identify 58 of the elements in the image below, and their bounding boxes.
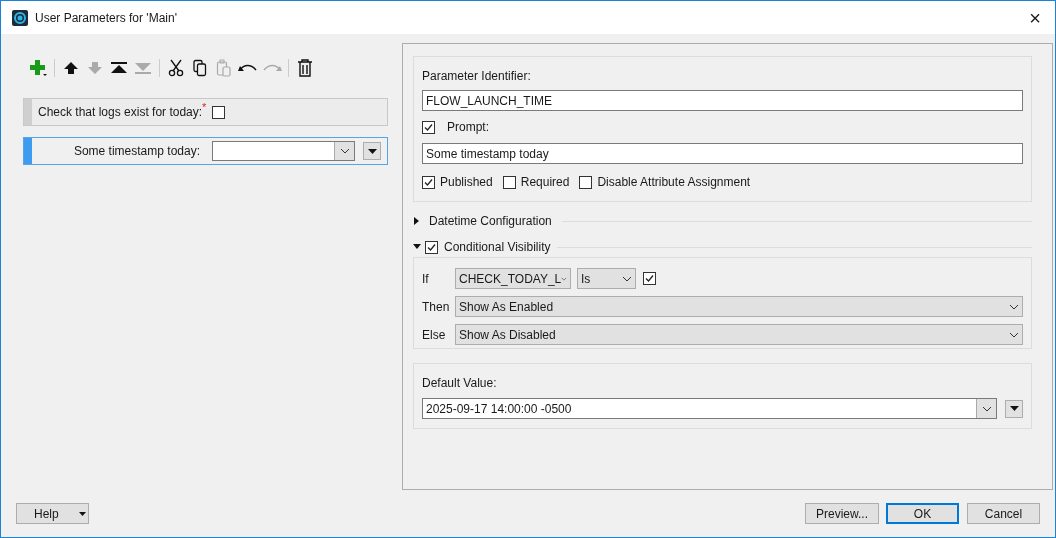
parameter-row[interactable]: Check that logs exist for today:* — [23, 98, 388, 126]
checkbox[interactable] — [422, 120, 435, 134]
cancel-button[interactable]: Cancel — [967, 503, 1040, 524]
window-title: User Parameters for 'Main' — [35, 9, 177, 27]
scissors-icon[interactable] — [168, 59, 184, 77]
plus-icon[interactable] — [28, 58, 48, 78]
checkbox-label: Published — [440, 174, 493, 191]
checkbox[interactable] — [502, 175, 516, 189]
close-button[interactable]: × — [1029, 7, 1041, 28]
chevron-icon — [1009, 303, 1019, 310]
copy-icon[interactable] — [192, 59, 208, 77]
checkbox[interactable] — [425, 240, 438, 254]
section-title[interactable]: Datetime Configuration — [429, 212, 552, 230]
field-label: Prompt: — [447, 119, 489, 136]
app-icon — [12, 9, 28, 26]
parameter-row[interactable]: Some timestamp today: — [23, 137, 388, 165]
checkbox-label: Disable Attribute Assignment — [597, 174, 751, 191]
arrow-up-icon[interactable] — [63, 60, 79, 76]
chevron-icon — [981, 405, 992, 412]
row-label: If — [422, 270, 430, 288]
select-field[interactable]: Is — [577, 268, 636, 289]
ok-button[interactable]: OK — [886, 503, 959, 524]
expanded-caret-icon[interactable] — [413, 243, 421, 251]
collapsed-caret-icon[interactable] — [413, 217, 421, 225]
checkbox[interactable] — [643, 272, 656, 285]
chevron-icon — [561, 275, 567, 282]
help-button[interactable]: Help — [16, 503, 89, 524]
parameter-label: Some timestamp today: — [73, 143, 200, 160]
checkbox-label: Required — [520, 174, 570, 191]
identifier-field[interactable]: FLOW_LAUNCH_TIME — [422, 90, 1023, 111]
checkbox[interactable] — [422, 175, 435, 189]
prompt-field[interactable]: Some timestamp today — [422, 143, 1023, 164]
caret-icon — [78, 511, 86, 516]
field-label: Default Value: — [422, 375, 498, 392]
move-top-icon[interactable] — [110, 60, 128, 76]
preview-button[interactable]: Preview... — [805, 503, 879, 524]
select-field[interactable]: Show As Disabled — [455, 324, 1023, 345]
checkbox[interactable] — [579, 175, 593, 189]
field-label: Parameter Identifier: — [422, 68, 532, 85]
caret-icon — [367, 148, 377, 154]
parameter-label: Check that logs exist for today: — [38, 105, 203, 121]
select-field[interactable]: CHECK_TODAY_L — [455, 268, 571, 289]
chevron-icon — [622, 275, 632, 282]
caret-icon — [1009, 406, 1019, 411]
dropdown-button[interactable] — [363, 142, 381, 160]
undo-icon[interactable] — [238, 62, 258, 74]
chevron-icon — [1009, 331, 1019, 338]
section-title[interactable]: Conditional Visibility — [444, 238, 551, 256]
select-field[interactable]: Show As Enabled — [455, 296, 1023, 317]
dropdown-button[interactable] — [1005, 399, 1023, 418]
required-mark: * — [202, 102, 207, 113]
row-label: Else — [422, 326, 447, 344]
trash-icon[interactable] — [297, 59, 313, 77]
datetime-field[interactable]: 2025-09-17 14:00:00 -0500 — [422, 398, 997, 419]
chevron-icon — [339, 148, 350, 154]
checkbox[interactable] — [212, 105, 226, 119]
datetime-field[interactable] — [212, 141, 355, 161]
row-label: Then — [422, 298, 449, 316]
